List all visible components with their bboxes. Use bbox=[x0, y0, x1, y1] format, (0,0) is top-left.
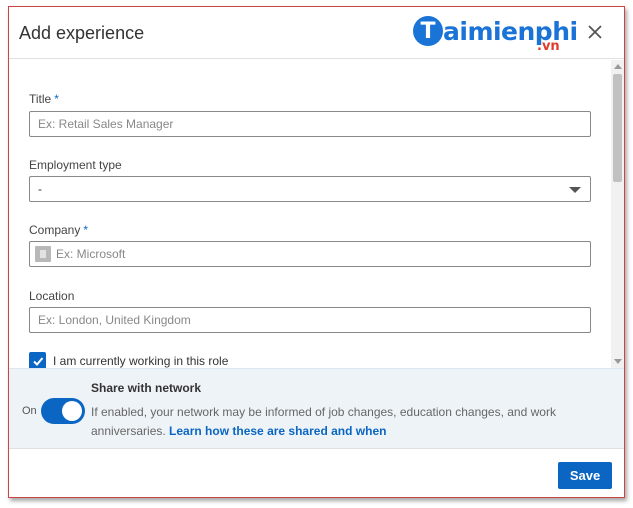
checkmark-icon bbox=[32, 356, 43, 366]
share-description: If enabled, your network may be informed… bbox=[91, 403, 561, 441]
company-label-text: Company bbox=[29, 223, 81, 237]
currently-working-label: I am currently working in this role bbox=[53, 354, 229, 368]
required-asterisk: * bbox=[54, 92, 59, 106]
company-placeholder: Ex: Microsoft bbox=[56, 247, 126, 261]
chevron-down-icon bbox=[569, 187, 581, 193]
employment-type-value: - bbox=[38, 182, 42, 196]
company-label: Company * bbox=[29, 223, 88, 237]
company-logo-icon bbox=[35, 246, 51, 262]
scroll-up-icon[interactable] bbox=[614, 64, 622, 69]
dialog-header: Add experience T aimienphi .vn bbox=[9, 7, 624, 59]
share-title: Share with network bbox=[91, 381, 202, 395]
title-label-text: Title bbox=[29, 92, 52, 106]
title-input[interactable]: Ex: Retail Sales Manager bbox=[29, 111, 591, 137]
watermark-logo-icon: T bbox=[413, 16, 443, 46]
employment-type-label: Employment type bbox=[29, 158, 122, 172]
add-experience-dialog: Add experience T aimienphi .vn Title * Ex… bbox=[8, 6, 625, 498]
dialog-footer: Save bbox=[9, 448, 624, 497]
location-label: Location bbox=[29, 289, 75, 303]
location-input[interactable]: Ex: London, United Kingdom bbox=[29, 307, 591, 333]
currently-working-checkbox[interactable] bbox=[29, 352, 46, 368]
dialog-title: Add experience bbox=[19, 23, 145, 43]
save-button[interactable]: Save bbox=[558, 462, 612, 489]
share-with-network-section: Share with network On If enabled, your n… bbox=[9, 368, 624, 448]
scroll-thumb[interactable] bbox=[613, 74, 622, 182]
learn-more-link[interactable]: Learn how these are shared and when bbox=[169, 424, 386, 438]
title-label: Title * bbox=[29, 92, 59, 106]
toggle-state-label: On bbox=[22, 405, 37, 417]
employment-type-select[interactable]: - bbox=[29, 176, 591, 202]
toggle-knob bbox=[62, 401, 82, 421]
close-button[interactable] bbox=[582, 19, 608, 45]
form-scrollbar[interactable] bbox=[611, 60, 624, 368]
scroll-down-icon[interactable] bbox=[614, 359, 622, 364]
watermark-logo: T aimienphi .vn bbox=[411, 13, 578, 57]
company-input[interactable]: Ex: Microsoft bbox=[29, 241, 591, 267]
close-icon[interactable] bbox=[587, 24, 603, 40]
share-toggle[interactable] bbox=[41, 398, 85, 424]
required-asterisk: * bbox=[83, 223, 89, 237]
watermark-suffix: .vn bbox=[537, 39, 560, 54]
form-scroll-area: Title * Ex: Retail Sales Manager Employme… bbox=[9, 60, 624, 368]
